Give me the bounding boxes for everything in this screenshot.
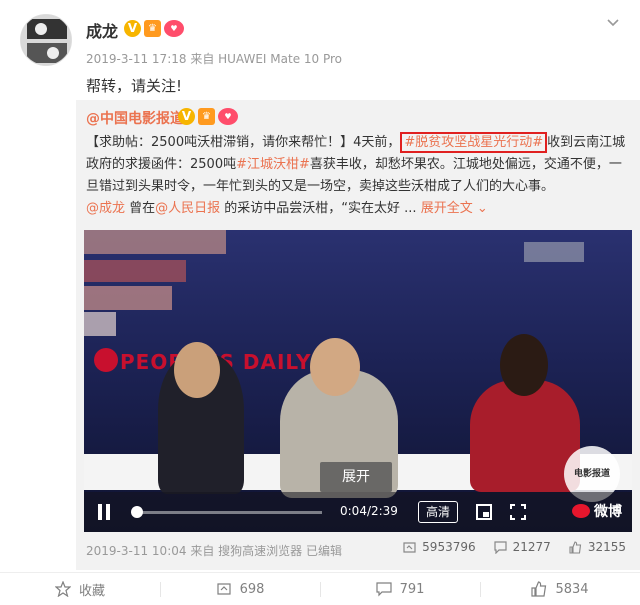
text-segment: 【求助帖：2500吨沃柑滞销，请你来帮忙！】4天前， [86,135,401,150]
comment-icon [494,540,507,554]
original-repost-stat[interactable]: 5953796 [403,540,476,554]
post-action-bar: 收藏 698 791 5834 [0,572,640,605]
hashtag-link[interactable]: #脱贫攻坚战星光行动# [400,132,548,153]
heart-badge-icon: ♥ [218,108,238,125]
thumbs-up-icon [569,540,581,554]
favorite-button[interactable]: 收藏 [0,573,160,605]
video-time: 0:04/2:39 [340,504,398,518]
post-text: 帮转，请关注! [86,77,183,95]
share-icon [216,583,231,595]
video-player[interactable]: PEOPLE'S DAILY 电影报道 展开 0:04/2:39 高清 [84,230,632,532]
progress-track[interactable] [132,511,322,514]
post-meta: 2019-3-11 17:18 来自 HUAWEI Mate 10 Pro [86,52,343,66]
original-stats: 5953796 21277 32155 [403,540,626,554]
hashtag-link[interactable]: #江城沃柑# [236,157,310,172]
mention-link[interactable]: @人民日报 [155,201,220,216]
original-like-count: 32155 [587,540,626,554]
repost-panel: @中国电影报道 V ♛ ♥ 【求助帖：2500吨沃柑滞销，请你来帮忙！】4天前，… [76,100,640,570]
author-avatar[interactable] [20,14,72,66]
weibo-watermark: 微博 [572,501,622,521]
chevron-down-icon[interactable] [606,16,620,30]
repost-button[interactable]: 698 [160,573,320,605]
author-badges: V ♛ ♥ [124,20,184,37]
author-name[interactable]: 成龙 [86,18,118,42]
fullscreen-icon[interactable] [510,504,526,520]
mosaic-blur [84,312,116,336]
weibo-post: 成龙 V ♛ ♥ 2019-3-11 17:18 来自 HUAWEI Mate … [0,0,640,605]
avatar-image [21,15,71,65]
text-segment: 曾在 [125,201,156,216]
weibo-logo-icon [572,504,590,518]
mosaic-blur [84,286,172,310]
comment-button[interactable]: 791 [320,573,480,605]
quality-button[interactable]: 高清 [418,501,458,523]
comment-icon [375,582,392,597]
mosaic-blur [524,242,584,262]
comment-count: 791 [399,581,425,597]
share-icon [403,541,416,553]
original-author[interactable]: @中国电影报道 [86,108,184,128]
people-daily-logo-icon [94,348,118,372]
original-meta: 2019-3-11 10:04 来自 搜狗高速浏览器 已编辑 [86,544,342,558]
text-segment: 的采访中品尝沃柑，“实在太好 ... [220,201,421,216]
mention-link[interactable]: @成龙 [86,201,125,216]
like-button[interactable]: 5834 [480,573,640,605]
original-comment-count: 21277 [512,540,551,554]
heart-badge-icon: ♥ [164,20,184,37]
like-count: 5834 [555,581,589,597]
original-text: 【求助帖：2500吨沃柑滞销，请你来帮忙！】4天前， #脱贫攻坚战星光行动# 收到云… [86,132,626,220]
verified-icon: V [178,108,195,125]
pause-icon[interactable] [96,504,112,520]
favorite-label: 收藏 [78,583,105,599]
verified-icon: V [124,20,141,37]
original-comment-stat[interactable]: 21277 [494,540,551,554]
repost-count: 698 [239,581,265,597]
mosaic-blur [84,260,186,282]
progress-knob[interactable] [130,506,143,518]
crown-icon: ♛ [144,20,161,37]
video-person-head [310,338,360,396]
mosaic-blur [84,230,226,254]
original-like-stat[interactable]: 32155 [569,540,626,554]
chevron-down-icon[interactable]: ⌄ [473,201,488,216]
picture-in-picture-icon[interactable] [476,504,492,520]
weibo-brand-text: 微博 [594,504,622,520]
crown-icon: ♛ [198,108,215,125]
video-person-head [174,342,220,398]
expand-full-text-link[interactable]: 展开全文 [421,201,473,216]
original-repost-count: 5953796 [422,540,476,554]
video-expand-button[interactable]: 展开 [320,462,392,492]
video-person-head [500,334,548,396]
thumbs-up-icon [531,581,547,597]
star-icon [54,581,71,597]
original-author-badges: V ♛ ♥ [178,108,238,125]
video-controls: 0:04/2:39 高清 微博 [84,492,632,532]
